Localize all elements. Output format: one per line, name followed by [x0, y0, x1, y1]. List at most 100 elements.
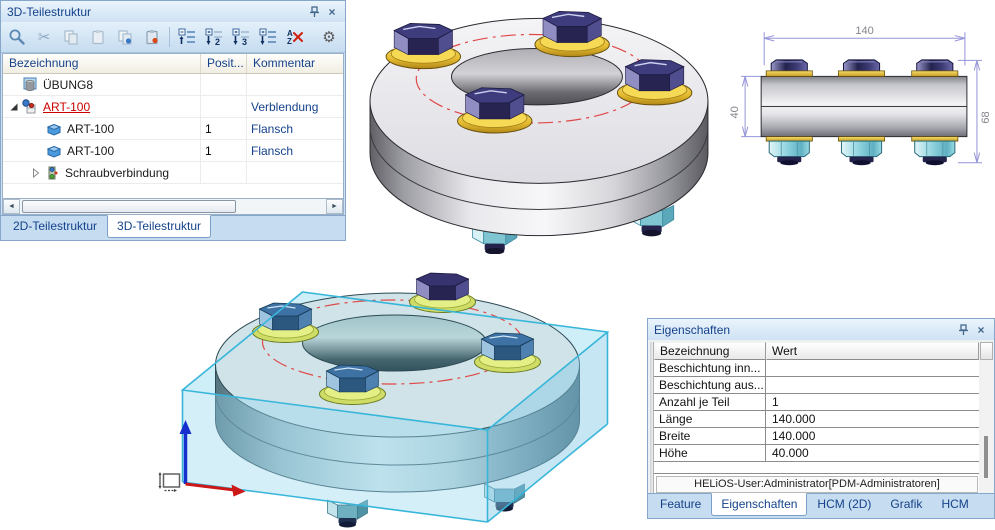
copy-icon[interactable]	[59, 25, 83, 49]
property-row-beschichtung-aussen[interactable]: Beschichtung aus...	[654, 377, 979, 394]
property-row-anzahl-je-teil[interactable]: Anzahl je Teil 1	[654, 394, 979, 411]
remove-sorting-icon[interactable]: AZ	[283, 25, 307, 49]
tab-hcm-2d[interactable]: HCM (2D)	[808, 494, 880, 515]
tree-item-label: ÜBUNG8	[43, 77, 94, 92]
scroll-left-arrow[interactable]: ◄	[3, 199, 20, 214]
tree-item-pos	[201, 74, 247, 95]
tab-3d-teilestruktur[interactable]: 3D-Teilestruktur	[107, 215, 212, 238]
paste-with-marker-icon[interactable]	[140, 25, 164, 49]
tree-item-pos: 1	[201, 140, 247, 161]
part-icon	[45, 121, 63, 137]
part-icon	[45, 143, 63, 159]
column-header-wert[interactable]: Wert	[766, 342, 979, 360]
assembly-icon	[21, 98, 39, 115]
tree-column-headers: Bezeichnung Posit... Kommentar	[3, 54, 343, 74]
tree-row-art100-assembly[interactable]: ART-100 Verblendung	[3, 96, 343, 118]
tree-item-comment	[247, 162, 343, 183]
properties-table: Bezeichnung Wert Beschichtung inn... Bes…	[654, 342, 979, 493]
tab-hcm[interactable]: HCM	[932, 494, 977, 515]
tree-row-art100-part-1[interactable]: ART-100 1 Flansch	[3, 118, 343, 140]
tab-eigenschaften[interactable]: Eigenschaften	[711, 493, 808, 516]
tree-item-comment: Verblendung	[251, 99, 319, 114]
tree-item-comment	[247, 74, 343, 95]
column-header-bezeichnung[interactable]: Bezeichnung	[654, 342, 766, 360]
bolt-connection-icon	[43, 165, 61, 181]
front-view-nuts	[765, 136, 959, 166]
column-header-position[interactable]: Posit...	[201, 54, 247, 73]
dimension-width-value: 140	[855, 25, 873, 37]
tree-item-pos: 1	[201, 118, 247, 139]
properties-table-header: Bezeichnung Wert	[654, 342, 979, 360]
tab-2d-teilestruktur[interactable]: 2D-Teilestruktur	[4, 216, 106, 237]
expand-level-3-icon[interactable]: 3	[229, 25, 253, 49]
panel-title: 3D-Teilestruktur	[7, 4, 92, 19]
settings-gear-icon[interactable]: ⚙	[317, 25, 341, 49]
flange-box-view[interactable]	[152, 270, 648, 530]
part-structure-toolbar: ✂ 2 3 AZ ⚙	[1, 22, 345, 53]
property-row-hoehe[interactable]: Höhe 40.000	[654, 445, 979, 462]
part-structure-panel: 3D-Teilestruktur × ✂ 2 3 A Z ⚙ Bezeichnu…	[0, 0, 346, 241]
collapsed-triangle-icon[interactable]	[29, 166, 43, 180]
scrollbar-track[interactable]	[20, 199, 326, 214]
collapse-all-icon[interactable]	[175, 25, 199, 49]
scroll-right-arrow[interactable]: ►	[326, 199, 343, 214]
property-row-breite[interactable]: Breite 140.000	[654, 428, 979, 445]
drawing-icon	[21, 77, 39, 93]
bolt-front	[319, 364, 386, 405]
search-icon[interactable]	[5, 25, 29, 49]
properties-tabs: Feature Eigenschaften HCM (2D) Grafik HC…	[648, 493, 994, 518]
column-header-kommentar[interactable]: Kommentar	[247, 54, 343, 73]
horizontal-scrollbar[interactable]: ◄ ►	[2, 198, 344, 215]
paste-icon[interactable]	[86, 25, 110, 49]
part-structure-tree: Bezeichnung Posit... Kommentar ÜBUNG8 AR…	[2, 53, 344, 198]
bolt-right	[474, 332, 541, 373]
tab-grafik[interactable]: Grafik	[881, 494, 931, 515]
pin-icon[interactable]	[954, 322, 972, 338]
tree-item-comment: Flansch	[251, 121, 294, 136]
part-structure-tabs: 2D-Teilestruktur 3D-Teilestruktur	[1, 215, 345, 240]
dimension-total-height-value: 68	[980, 111, 992, 123]
flange-front-view[interactable]: 140 40 68	[714, 8, 995, 203]
cut-icon[interactable]: ✂	[32, 25, 56, 49]
transform-handle-icon	[158, 472, 181, 492]
tree-item-label: Schraubverbindung	[65, 165, 170, 180]
property-row-beschichtung-innen[interactable]: Beschichtung inn...	[654, 360, 979, 377]
tree-row-art100-part-2[interactable]: ART-100 1 Flansch	[3, 140, 343, 162]
dimension-plate-height-value: 40	[729, 106, 741, 118]
tree-item-label: ART-100	[67, 121, 115, 136]
close-icon[interactable]: ×	[972, 322, 990, 338]
properties-titlebar: Eigenschaften ×	[648, 319, 994, 340]
tree-row-uebung8[interactable]: ÜBUNG8	[3, 74, 343, 96]
expand-level-2-icon[interactable]: 2	[202, 25, 226, 49]
front-view-bolts	[765, 59, 959, 77]
vertical-scrollbar[interactable]	[980, 342, 993, 493]
bolt-front	[457, 87, 533, 134]
properties-panel: Eigenschaften × Bezeichnung Wert Beschic…	[647, 318, 995, 519]
header-filler	[980, 342, 993, 360]
part-structure-titlebar: 3D-Teilestruktur ×	[1, 1, 345, 22]
column-header-bezeichnung[interactable]: Bezeichnung	[3, 54, 201, 73]
expanded-triangle-icon[interactable]	[7, 100, 21, 114]
bolt-right	[616, 59, 693, 106]
scrollbar-thumb[interactable]	[22, 200, 237, 213]
bolt-top	[534, 10, 610, 58]
panel-title: Eigenschaften	[654, 322, 731, 337]
tree-item-label: ART-100	[67, 143, 115, 158]
tree-item-pos	[201, 162, 247, 183]
tab-feature[interactable]: Feature	[651, 494, 710, 515]
property-row-empty	[654, 462, 979, 474]
tree-item-pos	[201, 96, 247, 117]
tree-row-schraubverbindung[interactable]: Schraubverbindung	[3, 162, 343, 184]
expand-all-icon[interactable]	[256, 25, 280, 49]
close-icon[interactable]: ×	[323, 4, 341, 20]
flange-iso-view[interactable]	[366, 0, 720, 254]
properties-table-area: Bezeichnung Wert Beschichtung inn... Bes…	[648, 340, 994, 493]
svg-text:2: 2	[215, 37, 220, 46]
pin-icon[interactable]	[305, 4, 323, 20]
property-row-laenge[interactable]: Länge 140.000	[654, 411, 979, 428]
tree-item-comment: Flansch	[251, 143, 294, 158]
bolt-left	[385, 23, 462, 70]
copy-with-marker-icon[interactable]	[113, 25, 137, 49]
svg-text:3: 3	[242, 37, 247, 46]
scrollbar-thumb[interactable]	[984, 435, 988, 478]
